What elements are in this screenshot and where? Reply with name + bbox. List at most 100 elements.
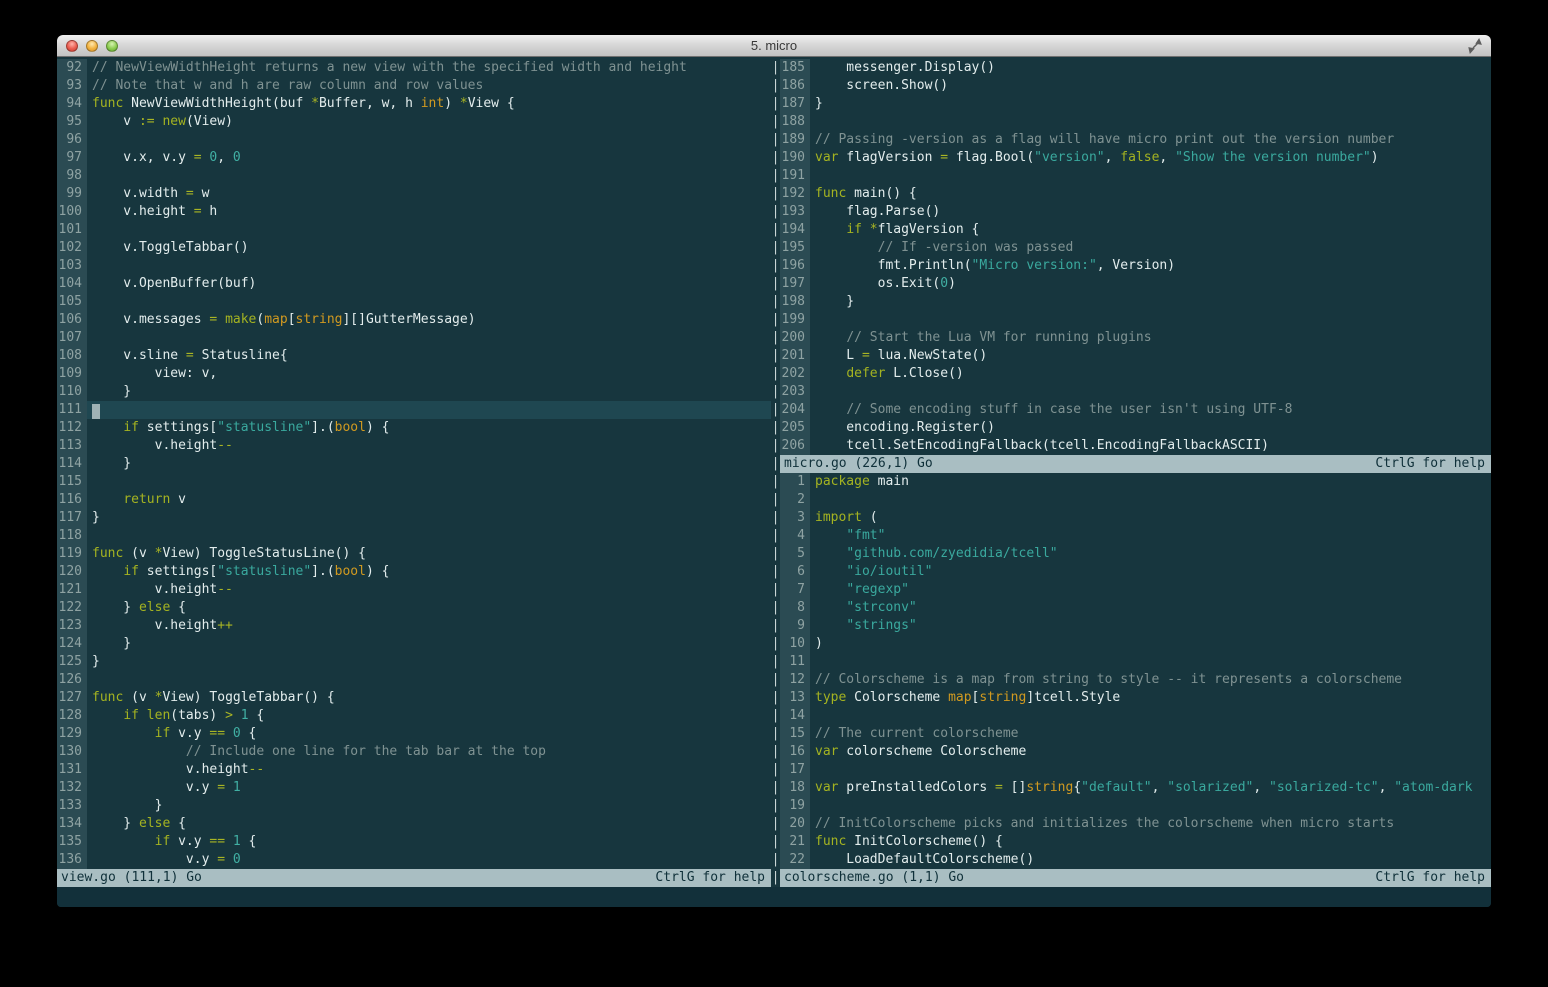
code-line[interactable]: 117} <box>57 509 771 527</box>
code-line[interactable]: 96 <box>57 131 771 149</box>
code-line[interactable]: 106 v.messages = make(map[string][]Gutte… <box>57 311 771 329</box>
code-line[interactable]: 122 } else { <box>57 599 771 617</box>
split-divider-glyph: | <box>771 509 780 527</box>
code-line[interactable]: 136 v.y = 0 <box>57 851 771 869</box>
code-line[interactable]: 108 v.sline = Statusline{ <box>57 347 771 365</box>
code-line[interactable]: 14 <box>780 707 1491 725</box>
code-line[interactable]: 193 flag.Parse() <box>780 203 1491 221</box>
code-line[interactable]: 134 } else { <box>57 815 771 833</box>
code-line[interactable]: 130 // Include one line for the tab bar … <box>57 743 771 761</box>
code-line[interactable]: 103 <box>57 257 771 275</box>
code-line[interactable]: 97 v.x, v.y = 0, 0 <box>57 149 771 167</box>
code-line[interactable]: 188 <box>780 113 1491 131</box>
code-line[interactable]: 111 <box>57 401 771 419</box>
code-line[interactable]: 19 <box>780 797 1491 815</box>
code-line[interactable]: 5 "github.com/zyedidia/tcell" <box>780 545 1491 563</box>
code-line[interactable]: 195 // If -version was passed <box>780 239 1491 257</box>
code-line[interactable]: 120 if settings["statusline"].(bool) { <box>57 563 771 581</box>
code-line[interactable]: 187} <box>780 95 1491 113</box>
code-line[interactable]: 21func InitColorscheme() { <box>780 833 1491 851</box>
code-line[interactable]: 118 <box>57 527 771 545</box>
editor-pane-micro-go[interactable]: 185 messenger.Display()186 screen.Show()… <box>780 59 1491 455</box>
code-line[interactable]: 206 tcell.SetEncodingFallback(tcell.Enco… <box>780 437 1491 455</box>
code-line[interactable]: 6 "io/ioutil" <box>780 563 1491 581</box>
code-line[interactable]: 93// Note that w and h are raw column an… <box>57 77 771 95</box>
line-number: 99 <box>57 185 87 203</box>
code-line[interactable]: 112 if settings["statusline"].(bool) { <box>57 419 771 437</box>
code-line[interactable]: 129 if v.y == 0 { <box>57 725 771 743</box>
code-line[interactable]: 12// Colorscheme is a map from string to… <box>780 671 1491 689</box>
code-line[interactable]: 1package main <box>780 473 1491 491</box>
code-line[interactable]: 100 v.height = h <box>57 203 771 221</box>
code-line[interactable]: 202 defer L.Close() <box>780 365 1491 383</box>
command-message-line[interactable] <box>57 887 1491 907</box>
code-line[interactable]: 113 v.height-- <box>57 437 771 455</box>
code-line[interactable]: 197 os.Exit(0) <box>780 275 1491 293</box>
code-line[interactable]: 15// The current colorscheme <box>780 725 1491 743</box>
resize-arrows-icon[interactable] <box>1467 38 1483 54</box>
code-line[interactable]: 18var preInstalledColors = []string{"def… <box>780 779 1491 797</box>
code-line[interactable]: 99 v.width = w <box>57 185 771 203</box>
code-line[interactable]: 124 } <box>57 635 771 653</box>
code-line[interactable]: 191 <box>780 167 1491 185</box>
code-line[interactable]: 104 v.OpenBuffer(buf) <box>57 275 771 293</box>
code-line[interactable]: 189// Passing -version as a flag will ha… <box>780 131 1491 149</box>
code-line[interactable]: 121 v.height-- <box>57 581 771 599</box>
code-line[interactable]: 186 screen.Show() <box>780 77 1491 95</box>
code-line[interactable]: 196 fmt.Println("Micro version:", Versio… <box>780 257 1491 275</box>
vertical-split-divider[interactable]: ||||||||||||||||||||||||||||||||||||||||… <box>771 59 780 887</box>
code-line[interactable]: 17 <box>780 761 1491 779</box>
code-line[interactable]: 3import ( <box>780 509 1491 527</box>
code-line[interactable]: 107 <box>57 329 771 347</box>
code-line[interactable]: 95 v := new(View) <box>57 113 771 131</box>
code-line[interactable]: 131 v.height-- <box>57 761 771 779</box>
code-line[interactable]: 135 if v.y == 1 { <box>57 833 771 851</box>
code-line[interactable]: 11 <box>780 653 1491 671</box>
code-line[interactable]: 203 <box>780 383 1491 401</box>
code-line[interactable]: 119func (v *View) ToggleStatusLine() { <box>57 545 771 563</box>
code-line[interactable]: 199 <box>780 311 1491 329</box>
code-line[interactable]: 16var colorscheme Colorscheme <box>780 743 1491 761</box>
line-number: 92 <box>57 59 87 77</box>
code-line[interactable]: 7 "regexp" <box>780 581 1491 599</box>
editor-pane-colorscheme-go[interactable]: 1package main23import (4 "fmt"5 "github.… <box>780 473 1491 869</box>
code-line[interactable]: 102 v.ToggleTabbar() <box>57 239 771 257</box>
code-line[interactable]: 126 <box>57 671 771 689</box>
code-line[interactable]: 4 "fmt" <box>780 527 1491 545</box>
code-line[interactable]: 194 if *flagVersion { <box>780 221 1491 239</box>
code-text: "fmt" <box>810 527 885 545</box>
code-line[interactable]: 114 } <box>57 455 771 473</box>
code-line[interactable]: 127func (v *View) ToggleTabbar() { <box>57 689 771 707</box>
code-line[interactable]: 8 "strconv" <box>780 599 1491 617</box>
code-line[interactable]: 190var flagVersion = flag.Bool("version"… <box>780 149 1491 167</box>
code-line[interactable]: 2 <box>780 491 1491 509</box>
code-line[interactable]: 13type Colorscheme map[string]tcell.Styl… <box>780 689 1491 707</box>
title-bar[interactable]: 5. micro <box>57 35 1491 57</box>
code-line[interactable]: 123 v.height++ <box>57 617 771 635</box>
code-line[interactable]: 10) <box>780 635 1491 653</box>
code-line[interactable]: 115 <box>57 473 771 491</box>
code-line[interactable]: 110 } <box>57 383 771 401</box>
code-line[interactable]: 116 return v <box>57 491 771 509</box>
editor-pane-view-go[interactable]: 92// NewViewWidthHeight returns a new vi… <box>57 59 771 869</box>
code-line[interactable]: 98 <box>57 167 771 185</box>
code-line[interactable]: 109 view: v, <box>57 365 771 383</box>
code-line[interactable]: 201 L = lua.NewState() <box>780 347 1491 365</box>
code-line[interactable]: 92// NewViewWidthHeight returns a new vi… <box>57 59 771 77</box>
code-line[interactable]: 185 messenger.Display() <box>780 59 1491 77</box>
code-line[interactable]: 133 } <box>57 797 771 815</box>
code-line[interactable]: 94func NewViewWidthHeight(buf *Buffer, w… <box>57 95 771 113</box>
code-line[interactable]: 22 LoadDefaultColorscheme() <box>780 851 1491 869</box>
code-line[interactable]: 125} <box>57 653 771 671</box>
code-line[interactable]: 200 // Start the Lua VM for running plug… <box>780 329 1491 347</box>
code-line[interactable]: 205 encoding.Register() <box>780 419 1491 437</box>
code-line[interactable]: 128 if len(tabs) > 1 { <box>57 707 771 725</box>
code-line[interactable]: 9 "strings" <box>780 617 1491 635</box>
code-line[interactable]: 20// InitColorscheme picks and initializ… <box>780 815 1491 833</box>
code-line[interactable]: 192func main() { <box>780 185 1491 203</box>
code-line[interactable]: 204 // Some encoding stuff in case the u… <box>780 401 1491 419</box>
code-line[interactable]: 132 v.y = 1 <box>57 779 771 797</box>
code-line[interactable]: 101 <box>57 221 771 239</box>
code-line[interactable]: 105 <box>57 293 771 311</box>
code-line[interactable]: 198 } <box>780 293 1491 311</box>
